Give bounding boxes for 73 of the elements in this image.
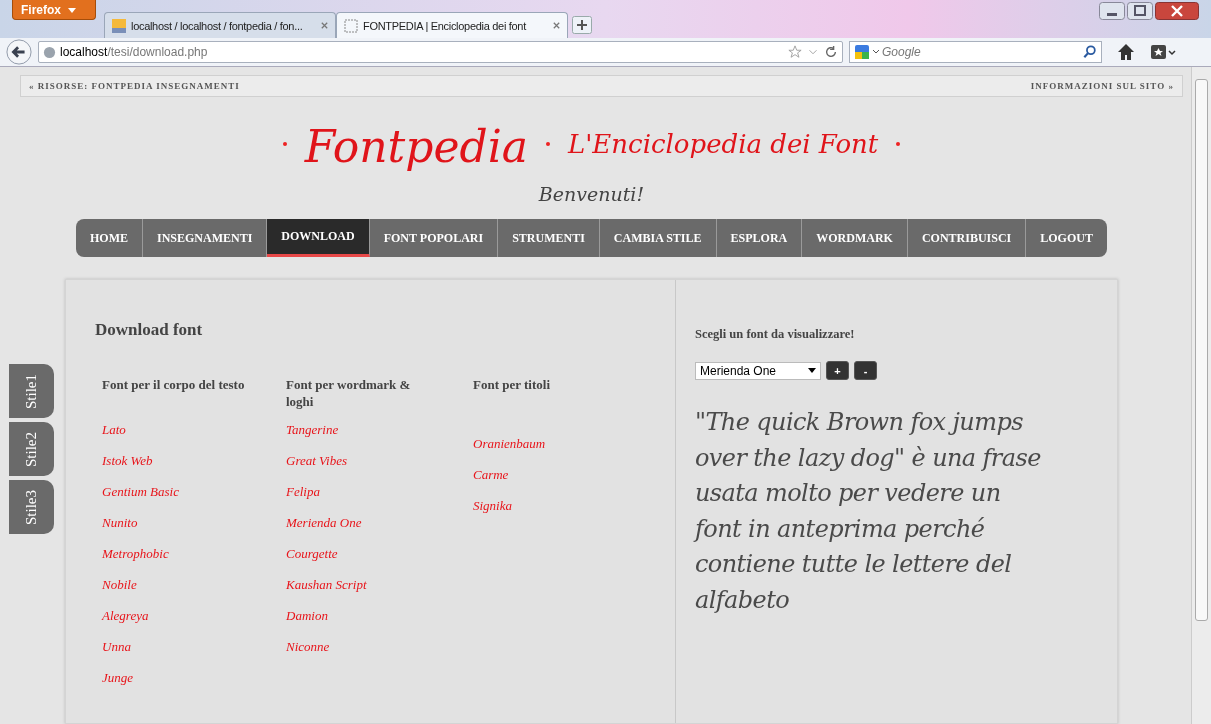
menu-item[interactable]: LOGOUT [1026, 219, 1107, 257]
search-engine-icon[interactable] [854, 44, 882, 60]
menu-item[interactable]: STRUMENTI [498, 219, 600, 257]
separator-dot [545, 142, 550, 146]
style-tab[interactable]: Stile3 [9, 480, 54, 534]
font-link[interactable]: Tangerine [286, 422, 473, 453]
font-link[interactable]: Kaushan Script [286, 577, 473, 608]
welcome-text: Benvenuti! [538, 182, 645, 207]
resources-link[interactable]: « RISORSE: FONTPEDIA INSEGNAMENTI [29, 81, 240, 91]
browser-tab[interactable]: FONTPEDIA | Enciclopedia dei font [336, 12, 568, 38]
scrollbar[interactable] [1190, 67, 1211, 724]
font-link[interactable]: Nunito [102, 515, 286, 546]
decrease-size-button[interactable]: - [854, 361, 877, 380]
menu-item[interactable]: WORDMARK [802, 219, 908, 257]
separator-dot [896, 142, 901, 146]
font-select[interactable]: Merienda One [695, 361, 821, 380]
firefox-menu-button[interactable]: Firefox [12, 0, 96, 20]
browser-tab[interactable]: localhost / localhost / fontpedia / fon... [104, 12, 336, 38]
font-link[interactable]: Nobile [102, 577, 286, 608]
home-icon[interactable] [1116, 43, 1136, 61]
reload-icon[interactable] [824, 45, 838, 59]
font-link[interactable]: Signika [473, 498, 643, 529]
search-icon[interactable] [1083, 45, 1097, 59]
site-tagline: L'Enciclopedia dei Font [567, 129, 879, 159]
caret-icon [68, 7, 77, 13]
font-link[interactable]: Damion [286, 608, 473, 639]
menu-item[interactable]: ESPLORA [716, 219, 803, 257]
bookmarks-icon[interactable] [1150, 43, 1176, 61]
column-heading: Font per wordmark & loghi [286, 376, 412, 411]
style-tab[interactable]: Stile2 [9, 422, 54, 476]
font-link[interactable]: Gentium Basic [102, 484, 286, 515]
menu-item[interactable]: HOME [76, 219, 143, 257]
app-favicon-icon [111, 17, 127, 34]
maximize-icon[interactable] [1127, 2, 1153, 20]
font-link[interactable]: Felipa [286, 484, 473, 515]
section-heading: Download font [95, 320, 204, 340]
font-link[interactable]: Istok Web [102, 453, 286, 484]
font-link[interactable]: Oranienbaum [473, 436, 643, 467]
back-icon[interactable] [6, 39, 32, 65]
star-icon[interactable] [788, 45, 802, 59]
address-bar[interactable]: localhost/tesi/download.php [38, 41, 843, 63]
column-heading: Font per titoli [473, 376, 552, 394]
close-tab-icon[interactable] [552, 21, 561, 30]
preview-label: Scegli un font da visualizzare! [695, 327, 856, 342]
font-link[interactable]: Carme [473, 467, 643, 498]
font-link[interactable]: Merienda One [286, 515, 473, 546]
new-tab-icon[interactable] [572, 16, 592, 34]
minimize-icon[interactable] [1099, 2, 1125, 20]
blank-page-icon [343, 17, 359, 34]
font-link[interactable]: Alegreya [102, 608, 286, 639]
site-logo[interactable]: Fontpedia [304, 107, 528, 187]
preview-text: "The quick Brown fox jumps over the lazy dog" è una frase usata molto per vedere un font in anteprima perché contiene tutte le lettere del alfabeto [695, 407, 1042, 616]
menu-item[interactable]: CONTRIBUISCI [907, 219, 1027, 257]
close-window-icon[interactable] [1155, 2, 1199, 20]
caret-icon [808, 368, 816, 373]
font-link[interactable]: Junge [102, 670, 286, 701]
search-field[interactable]: Google [849, 41, 1102, 63]
font-link[interactable]: Great Vibes [286, 453, 473, 484]
font-link[interactable]: Metrophobic [102, 546, 286, 577]
menu-item[interactable]: CAMBIA STILE [599, 219, 717, 257]
separator-dot [282, 142, 287, 146]
font-link[interactable]: Lato [102, 422, 286, 453]
site-info-link[interactable]: INFORMAZIONI SUL SITO » [1030, 81, 1174, 91]
column-heading: Font per il corpo del testo [102, 376, 246, 394]
globe-icon [43, 45, 56, 59]
font-link[interactable]: Niconne [286, 639, 473, 670]
font-link[interactable]: Unna [102, 639, 286, 670]
font-link[interactable]: Courgette [286, 546, 473, 577]
increase-size-button[interactable]: + [826, 361, 849, 380]
menu-item[interactable]: FONT POPOLARI [369, 219, 499, 257]
close-tab-icon[interactable] [320, 21, 329, 30]
menu-item[interactable]: DOWNLOAD [267, 219, 370, 257]
style-tab[interactable]: Stile1 [9, 364, 54, 418]
